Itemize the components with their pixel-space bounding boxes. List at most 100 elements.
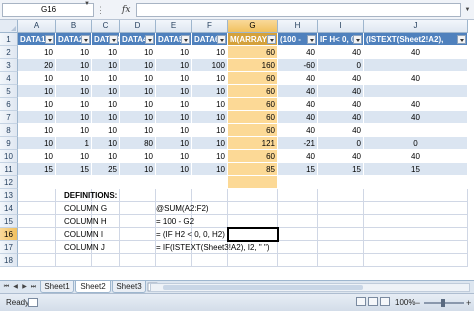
column-header[interactable]: I [318, 20, 364, 33]
table-cell[interactable]: 40 [318, 98, 364, 111]
table-cell[interactable]: 60 [228, 72, 278, 85]
table-cell[interactable]: -21 [278, 137, 318, 150]
grid-cell[interactable] [56, 254, 92, 267]
grid-cell[interactable] [228, 189, 278, 202]
table-cell[interactable]: 10 [120, 72, 156, 85]
grid-cell[interactable] [18, 202, 56, 215]
table-cell[interactable]: 10 [56, 59, 92, 72]
table-cell[interactable]: 10 [92, 111, 120, 124]
table-cell[interactable]: 10 [120, 85, 156, 98]
table-cell[interactable]: 160 [228, 59, 278, 72]
table-cell[interactable]: 10 [56, 98, 92, 111]
filter-dropdown-icon[interactable] [307, 35, 316, 44]
filter-dropdown-icon[interactable] [353, 35, 362, 44]
table-cell[interactable]: 10 [18, 150, 56, 163]
row-header[interactable]: 8 [0, 124, 18, 137]
table-cell[interactable] [278, 176, 318, 189]
zoom-slider[interactable] [424, 299, 464, 307]
grid-cell[interactable] [364, 241, 468, 254]
table-header-cell[interactable]: (ISTEXT(Sheet2!A2), [364, 33, 468, 46]
table-cell[interactable]: 10 [192, 163, 228, 176]
table-cell[interactable]: 40 [318, 124, 364, 137]
table-cell[interactable]: 10 [56, 72, 92, 85]
table-cell[interactable] [192, 176, 228, 189]
table-cell[interactable]: 10 [156, 111, 192, 124]
chevron-down-icon[interactable]: ▼ [84, 1, 90, 7]
table-cell[interactable]: 10 [56, 150, 92, 163]
row-header[interactable]: 9 [0, 137, 18, 150]
normal-view-icon[interactable] [356, 297, 366, 306]
drag-handle-icon[interactable]: ⋮ [96, 2, 105, 18]
column-header[interactable]: C [92, 20, 120, 33]
table-cell[interactable]: 40 [364, 150, 468, 163]
table-cell[interactable]: 10 [56, 111, 92, 124]
table-cell[interactable] [92, 176, 120, 189]
scrollbar-thumb[interactable] [163, 285, 363, 290]
table-cell[interactable]: 100 [192, 59, 228, 72]
page-break-view-icon[interactable] [380, 297, 390, 306]
expand-formula-bar-icon[interactable]: ▼ [463, 4, 472, 16]
table-cell[interactable]: 10 [156, 124, 192, 137]
last-sheet-icon[interactable]: ⏭ [29, 282, 38, 292]
row-header[interactable]: 6 [0, 98, 18, 111]
table-cell[interactable]: 10 [192, 137, 228, 150]
grid-cell[interactable] [120, 254, 156, 267]
formula-input[interactable] [136, 3, 461, 17]
table-cell[interactable]: 15 [364, 163, 468, 176]
table-cell[interactable]: 10 [18, 98, 56, 111]
table-cell[interactable]: 15 [56, 163, 92, 176]
grid-cell[interactable] [318, 254, 364, 267]
next-sheet-icon[interactable]: ▶ [20, 282, 29, 292]
table-cell[interactable]: 60 [228, 150, 278, 163]
table-cell[interactable]: 25 [92, 163, 120, 176]
table-cell[interactable]: 40 [278, 72, 318, 85]
table-header-cell[interactable]: DATA6 [192, 33, 228, 46]
table-cell[interactable]: 10 [120, 163, 156, 176]
grid-cell[interactable] [364, 254, 468, 267]
table-cell[interactable]: 10 [18, 137, 56, 150]
filter-dropdown-icon[interactable] [267, 35, 276, 44]
table-header-cell[interactable]: DATA3 [92, 33, 120, 46]
grid-cell[interactable] [278, 189, 318, 202]
table-header-cell[interactable]: DATA5 [156, 33, 192, 46]
function-icon[interactable]: fx [122, 3, 130, 17]
table-cell[interactable] [364, 85, 468, 98]
row-header[interactable]: 5 [0, 85, 18, 98]
grid-cell[interactable] [18, 241, 56, 254]
row-header[interactable]: 1 [0, 33, 18, 46]
table-cell[interactable]: 40 [318, 85, 364, 98]
table-cell[interactable]: 40 [364, 72, 468, 85]
name-box[interactable]: G16 [2, 3, 94, 17]
grid-cell[interactable] [18, 215, 56, 228]
table-cell[interactable]: 10 [192, 98, 228, 111]
row-header[interactable]: 18 [0, 254, 18, 267]
table-cell[interactable]: 10 [120, 98, 156, 111]
table-cell[interactable]: 10 [156, 150, 192, 163]
tab-sheet1[interactable]: Sheet1 [40, 281, 74, 293]
horizontal-scrollbar[interactable] [150, 283, 470, 292]
grid-cell[interactable] [364, 189, 468, 202]
table-cell[interactable]: 10 [18, 85, 56, 98]
table-cell[interactable]: 40 [278, 85, 318, 98]
table-cell[interactable]: 40 [318, 46, 364, 59]
row-header[interactable]: 14 [0, 202, 18, 215]
table-cell[interactable] [364, 59, 468, 72]
table-cell[interactable]: 1 [56, 137, 92, 150]
table-cell[interactable]: 10 [192, 150, 228, 163]
table-cell[interactable]: 10 [120, 46, 156, 59]
table-cell[interactable]: 10 [156, 46, 192, 59]
table-cell[interactable]: 10 [92, 98, 120, 111]
table-cell[interactable] [228, 176, 278, 189]
table-cell[interactable]: 10 [56, 46, 92, 59]
active-cell-outline[interactable] [227, 227, 279, 242]
table-cell[interactable]: 10 [18, 72, 56, 85]
table-header-cell[interactable]: DATA2 [56, 33, 92, 46]
table-cell[interactable]: 10 [156, 98, 192, 111]
first-sheet-icon[interactable]: ⏮ [2, 282, 11, 292]
table-cell[interactable] [56, 176, 92, 189]
filter-dropdown-icon[interactable] [45, 35, 54, 44]
prev-sheet-icon[interactable]: ◀ [11, 282, 20, 292]
page-layout-view-icon[interactable] [368, 297, 378, 306]
table-cell[interactable]: 15 [278, 163, 318, 176]
table-cell[interactable] [364, 176, 468, 189]
